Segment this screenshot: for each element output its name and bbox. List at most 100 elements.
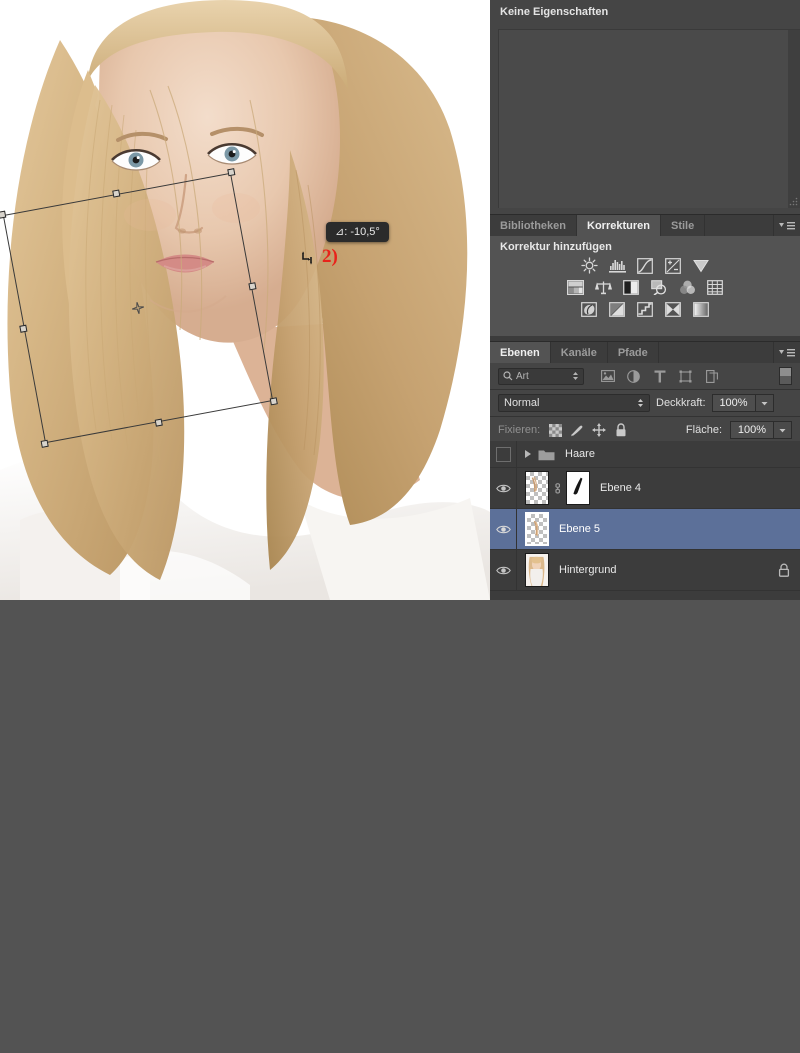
brightness-contrast-icon[interactable]: [580, 257, 599, 274]
lower-panel-tab-strip: Ebenen Kanäle Pfade: [490, 341, 800, 364]
layer-mask-thumbnail-ebene4[interactable]: [566, 471, 590, 505]
transform-handle-middle-right[interactable]: [248, 282, 257, 291]
search-icon: [503, 371, 513, 381]
selective-color-icon[interactable]: [692, 301, 711, 318]
transform-handle-top-right[interactable]: [227, 168, 236, 177]
table-row[interactable]: Haare: [490, 441, 800, 468]
tab-strip-spacer-lower: [658, 342, 774, 364]
adjustment-icon-row-2: [490, 279, 800, 296]
transform-reference-point-icon[interactable]: [131, 301, 145, 315]
layer-thumbnail-hintergrund[interactable]: [525, 553, 549, 587]
lock-position-icon[interactable]: [592, 423, 607, 437]
lock-image-icon[interactable]: [570, 423, 584, 437]
transform-handle-top-left[interactable]: [0, 210, 7, 219]
fill-label: Fläche:: [685, 424, 722, 436]
tab-kanaele[interactable]: Kanäle: [550, 342, 608, 364]
blend-mode-row: Normal Deckkraft: 100%: [490, 390, 800, 417]
free-transform-bounding-box[interactable]: [0, 168, 278, 448]
upper-panel-tab-strip: Bibliotheken Korrekturen Stile: [490, 214, 800, 237]
curves-icon[interactable]: [636, 257, 655, 274]
lock-all-icon[interactable]: [614, 423, 628, 437]
gradient-map-icon[interactable]: [664, 301, 683, 318]
tab-pfade[interactable]: Pfade: [607, 342, 659, 364]
layer-visibility-toggle-haare[interactable]: [490, 441, 517, 467]
adjustment-icon-row-1: [490, 257, 800, 274]
lock-transparency-icon[interactable]: [548, 423, 562, 437]
type-layer-filter-icon[interactable]: [652, 369, 667, 384]
properties-content-area: [498, 29, 800, 208]
adjustment-layer-filter-icon[interactable]: [626, 369, 641, 384]
layer-filter-icon-group: [600, 369, 719, 384]
properties-panel-body: [490, 24, 800, 214]
panel-menu-icon[interactable]: [774, 215, 800, 237]
properties-panel-title: Keine Eigenschaften: [500, 6, 609, 18]
rotate-cursor-icon: [302, 251, 312, 265]
photoshop-window: ⊿: -10,5° 2) Keine Eigenschaften Bibliot…: [0, 0, 800, 600]
blend-stepper-icon[interactable]: [637, 398, 644, 408]
vibrance-icon[interactable]: [692, 257, 711, 274]
layer-visibility-toggle-hintergrund[interactable]: [490, 550, 517, 590]
group-expand-triangle-icon[interactable]: [525, 450, 531, 458]
tab-ebenen[interactable]: Ebenen: [490, 342, 551, 364]
layer-visibility-toggle-ebene5[interactable]: [490, 509, 517, 549]
blend-mode-select[interactable]: Normal: [498, 394, 650, 412]
folder-icon: [538, 448, 555, 461]
transform-handle-middle-left[interactable]: [19, 324, 28, 333]
rotation-angle-tooltip: ⊿: -10,5°: [326, 222, 389, 242]
layer-list[interactable]: Haare Ebene 4 Ebene 5 Hintergrund: [490, 441, 800, 600]
layer-filter-type-select[interactable]: Art: [498, 367, 584, 385]
eye-icon: [495, 525, 511, 533]
hue-saturation-icon[interactable]: [566, 279, 585, 296]
filter-toggle-switch[interactable]: [779, 367, 792, 385]
photo-filter-icon[interactable]: [650, 279, 669, 296]
exposure-icon[interactable]: [664, 257, 683, 274]
layers-panel-menu-icon[interactable]: [774, 342, 800, 364]
levels-icon[interactable]: [608, 257, 627, 274]
black-white-icon[interactable]: [622, 279, 641, 296]
layer-visibility-toggle-ebene4[interactable]: [490, 468, 517, 508]
eye-icon: [495, 566, 511, 574]
eye-icon: [495, 484, 511, 492]
posterize-icon[interactable]: [608, 301, 627, 318]
layer-mask-link-icon[interactable]: [552, 481, 562, 495]
adjustments-panel-label: Korrektur hinzufügen: [500, 241, 612, 253]
opacity-label: Deckkraft:: [656, 397, 706, 409]
stepper-arrows-icon[interactable]: [572, 371, 579, 381]
adjustment-icon-row-3: [490, 301, 800, 318]
channel-mixer-icon[interactable]: [678, 279, 697, 296]
pixel-layer-filter-icon[interactable]: [600, 369, 615, 384]
transform-handle-bottom-center[interactable]: [154, 418, 163, 427]
blend-mode-value: Normal: [504, 397, 540, 409]
right-dock: Keine Eigenschaften Bibliotheken Korrekt…: [490, 0, 800, 600]
fill-value[interactable]: 100%: [730, 421, 774, 439]
threshold-icon[interactable]: [636, 301, 655, 318]
tab-stile[interactable]: Stile: [660, 215, 706, 237]
annotation-marker-2: 2): [322, 246, 338, 267]
tab-korrekturen[interactable]: Korrekturen: [577, 215, 661, 237]
transform-handle-bottom-right[interactable]: [269, 397, 278, 406]
layer-filter-row: Art: [490, 363, 800, 390]
color-balance-icon[interactable]: [594, 279, 613, 296]
table-row[interactable]: Hintergrund: [490, 550, 800, 591]
layer-thumbnail-ebene4[interactable]: [525, 471, 549, 505]
opacity-value[interactable]: 100%: [711, 394, 756, 412]
lock-label: Fixieren:: [498, 424, 541, 436]
smart-object-filter-icon[interactable]: [704, 369, 719, 384]
transform-handle-bottom-left[interactable]: [40, 439, 49, 448]
resize-grip-icon[interactable]: [789, 197, 798, 206]
color-lookup-icon[interactable]: [706, 279, 725, 296]
invert-icon[interactable]: [580, 301, 599, 318]
layer-thumbnail-ebene5[interactable]: [525, 512, 549, 546]
table-row[interactable]: Ebene 5 1): [490, 509, 800, 550]
properties-panel-header: Keine Eigenschaften: [490, 0, 800, 25]
tab-bibliotheken[interactable]: Bibliotheken: [490, 215, 578, 237]
transform-handle-top-center[interactable]: [112, 189, 121, 198]
document-canvas[interactable]: ⊿: -10,5° 2): [0, 0, 490, 600]
fill-dropdown-arrow[interactable]: [774, 421, 792, 439]
properties-scrollbar[interactable]: [788, 30, 800, 208]
table-row[interactable]: Ebene 4: [490, 468, 800, 509]
shape-layer-filter-icon[interactable]: [678, 369, 693, 384]
lock-controls-row: Fixieren: Fläche: 100%: [490, 417, 800, 444]
opacity-dropdown-arrow[interactable]: [755, 394, 774, 412]
layer-name-ebene5: Ebene 5: [559, 523, 600, 535]
